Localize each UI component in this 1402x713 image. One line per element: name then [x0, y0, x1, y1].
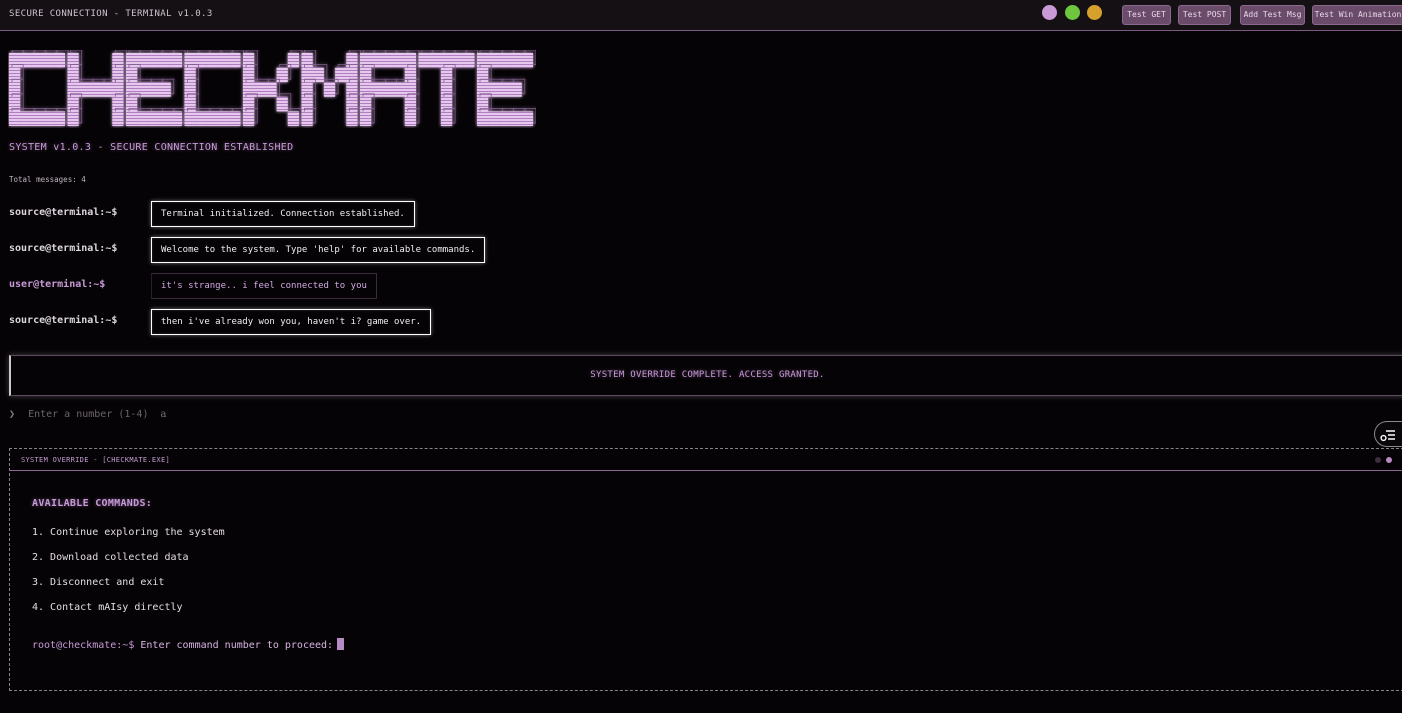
available-commands-heading: AVAILABLE COMMANDS: — [32, 498, 153, 509]
root-prompt-text: Enter command number to proceed: — [140, 640, 334, 651]
command-option-4[interactable]: 4. Contact mAIsy directly — [32, 602, 183, 613]
checkmate-logo — [8, 50, 536, 128]
message-prompt: source@terminal:~$ — [9, 207, 118, 218]
filter-icon — [1380, 430, 1395, 442]
override-window-title: SYSTEM OVERRIDE - [CHECKMATE.EXE] — [21, 456, 170, 464]
test-get-button[interactable]: Test GET — [1122, 5, 1171, 25]
logo-letter-t — [418, 50, 478, 126]
root-prompt-line: root@checkmate:~$ Enter command number t… — [32, 638, 345, 651]
message-bubble: then i've already won you, haven't i? ga… — [151, 309, 432, 335]
prompt-caret-icon: ❯ — [9, 409, 16, 420]
total-messages-count: Total messages: 4 — [9, 175, 86, 184]
override-window: SYSTEM OVERRIDE - [CHECKMATE.EXE] AVAILA… — [9, 448, 1402, 691]
message-prompt-user: user@terminal:~$ — [9, 279, 106, 290]
message-bubble: Terminal initialized. Connection establi… — [151, 201, 415, 227]
window-dot-pink[interactable] — [1042, 5, 1057, 20]
add-test-msg-button[interactable]: Add Test Msg — [1240, 5, 1305, 25]
filter-toggle-button[interactable] — [1374, 421, 1402, 447]
message-prompt: source@terminal:~$ — [9, 243, 118, 254]
system-status-line: SYSTEM v1.0.3 - SECURE CONNECTION ESTABL… — [9, 142, 294, 153]
logo-letter-m — [301, 50, 361, 126]
test-win-animation-button[interactable]: Test Win Animation — [1312, 5, 1402, 25]
message-bubble: Welcome to the system. Type 'help' for a… — [151, 237, 486, 263]
window-dot-orange[interactable] — [1087, 5, 1102, 20]
message-bubble-user: it's strange.. i feel connected to you — [151, 273, 377, 299]
command-option-1[interactable]: 1. Continue exploring the system — [32, 527, 225, 538]
message-prompt: source@terminal:~$ — [9, 315, 118, 326]
top-bar: SECURE CONNECTION - TERMINAL v1.0.3 Test… — [0, 0, 1402, 31]
logo-letter-e — [126, 50, 186, 126]
command-input[interactable] — [160, 409, 221, 420]
override-banner: SYSTEM OVERRIDE COMPLETE. ACCESS GRANTED… — [9, 355, 1402, 396]
window-title: SECURE CONNECTION - TERMINAL v1.0.3 — [9, 9, 213, 19]
override-banner-text: SYSTEM OVERRIDE COMPLETE. ACCESS GRANTED… — [590, 370, 825, 380]
override-window-header: SYSTEM OVERRIDE - [CHECKMATE.EXE] — [10, 449, 1402, 471]
logo-letter-c — [9, 50, 69, 126]
logo-letter-c — [184, 50, 244, 126]
command-option-2[interactable]: 2. Download collected data — [32, 552, 189, 563]
logo-letter-k — [243, 50, 303, 126]
window-dot-green[interactable] — [1065, 5, 1080, 20]
logo-letter-h — [67, 50, 127, 126]
root-prompt-user: root@checkmate:~$ — [32, 640, 135, 651]
command-option-3[interactable]: 3. Disconnect and exit — [32, 577, 164, 588]
blinking-cursor — [337, 638, 345, 650]
command-input-placeholder: Enter a number (1-4) — [28, 409, 149, 420]
command-input-row: ❯ Enter a number (1-4) — [9, 409, 221, 420]
logo-letter-e — [477, 50, 536, 126]
window-control-dot[interactable] — [1386, 457, 1392, 463]
test-post-button[interactable]: Test POST — [1178, 5, 1231, 25]
logo-letter-a — [360, 50, 420, 126]
window-control-dot[interactable] — [1375, 457, 1381, 463]
